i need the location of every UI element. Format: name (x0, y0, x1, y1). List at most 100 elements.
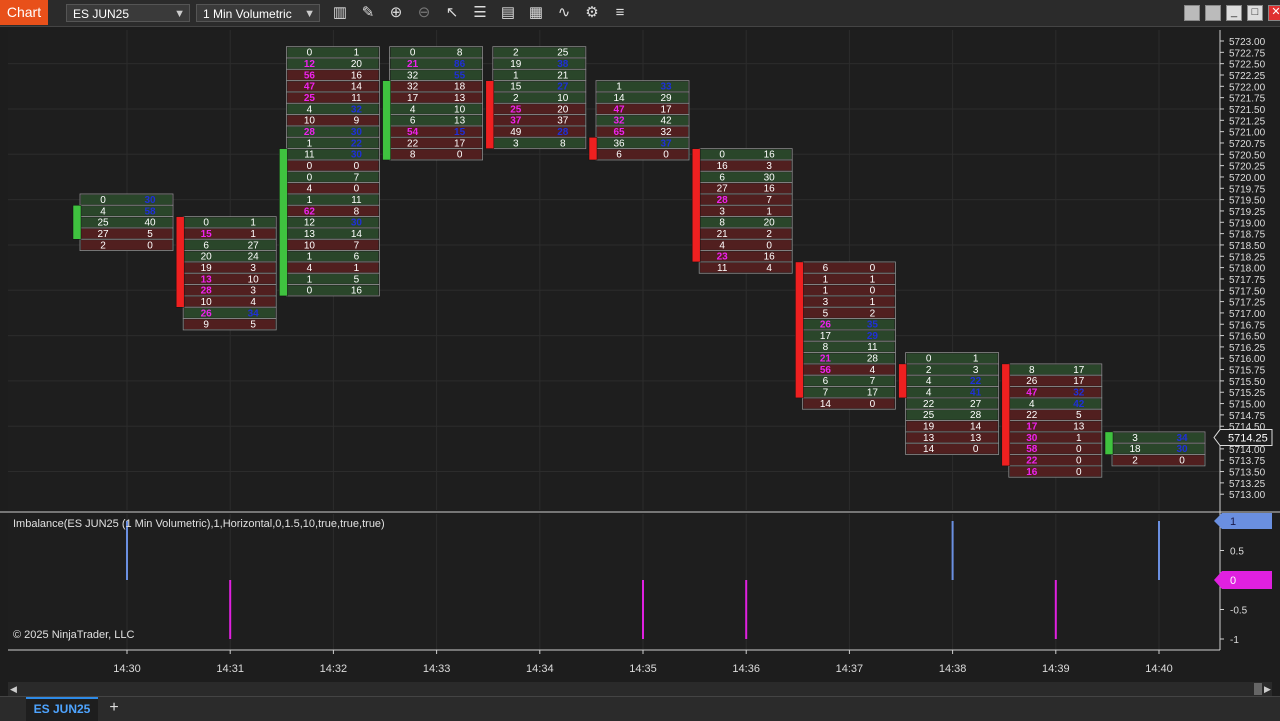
price-tick-label: 5719.00 (1229, 218, 1266, 229)
footprint-bar[interactable]: 0 12 34 224 4122 2725 2819 1413 1314 0 (898, 352, 999, 456)
bid-volume: 62 (304, 206, 316, 217)
ask-volume: 0 (1076, 467, 1082, 478)
footprint-cell (803, 296, 895, 307)
add-tab-button[interactable]: + (104, 698, 124, 718)
footprint-cell (184, 296, 276, 307)
footprint-cell (906, 410, 998, 420)
ask-volume: 28 (970, 410, 982, 421)
scroll-thumb[interactable] (1254, 683, 1262, 695)
price-tick-label: 5718.00 (1229, 264, 1266, 275)
horizontal-scrollbar[interactable]: ◀ ▶ (8, 682, 1272, 696)
bid-volume: 26 (1026, 376, 1038, 387)
scroll-right-icon[interactable]: ▶ (1264, 684, 1271, 695)
bid-volume: 4 (100, 206, 106, 217)
bid-volume: 13 (923, 433, 935, 444)
footprint-cell (287, 70, 379, 80)
bid-volume: 8 (719, 218, 725, 229)
footprint-cell (287, 251, 379, 262)
bid-volume: 4 (1029, 399, 1035, 410)
bid-volume: 27 (97, 229, 109, 240)
bid-volume: 2 (513, 48, 519, 59)
price-tick-label: 5716.00 (1229, 354, 1266, 365)
footprint-cell (1009, 364, 1101, 375)
bid-volume: 0 (410, 48, 416, 59)
footprint-cell (493, 104, 585, 114)
footprint-cell (700, 194, 792, 205)
bid-volume: 6 (616, 150, 622, 161)
ask-volume: 0 (766, 240, 772, 251)
footprint-bar[interactable]: 0 30 4 58 25 40 27 5 2 0 (72, 193, 174, 251)
bid-volume: 11 (304, 150, 315, 161)
bid-volume: 0 (307, 48, 313, 59)
footprint-cell (184, 274, 276, 284)
price-tick-label: 5722.25 (1229, 71, 1266, 82)
candle-body (795, 261, 804, 399)
footprint-cell (803, 308, 895, 318)
candle-body (898, 363, 907, 399)
ask-volume: 8 (560, 138, 566, 149)
ask-volume: 27 (557, 82, 569, 93)
ask-volume: 15 (454, 127, 466, 138)
footprint-cell (184, 262, 276, 273)
footprint-cell (287, 81, 379, 92)
price-tick-label: 5720.75 (1229, 139, 1266, 150)
tab-bar: ES JUN25 + (0, 696, 1280, 721)
price-tick-label: 5715.75 (1229, 366, 1266, 377)
ask-volume: 13 (454, 93, 466, 104)
footprint-cell (493, 58, 585, 69)
tab-es-jun25[interactable]: ES JUN25 (26, 697, 98, 721)
ask-volume: 0 (1179, 456, 1185, 467)
bid-volume: 4 (307, 104, 313, 115)
footprint-cell (597, 126, 688, 137)
footprint-cell (597, 149, 688, 160)
footprint-cell (597, 138, 688, 148)
bid-volume: 32 (613, 116, 625, 127)
footprint-bar[interactable]: 2 2519 381 2115 272 1025 2037 3749 283 8 (485, 46, 587, 150)
footprint-cell (906, 364, 998, 375)
ask-volume: 16 (764, 252, 776, 263)
bid-volume: 26 (201, 308, 213, 319)
footprint-bar[interactable]: 0 8 21 86 32 55 32 18 17 13 4 10 6 13 54 15 22 17 8 0 (382, 46, 484, 161)
bid-volume: 17 (820, 331, 832, 342)
footprint-bar[interactable]: 8 17 26 17 47 32 4 42 22 5 17 13 30 1 58 0 22 0 16 0 (1001, 363, 1103, 478)
ask-volume: 17 (1073, 376, 1085, 387)
bid-volume: 22 (923, 399, 935, 410)
price-tick-label: 5713.25 (1229, 479, 1266, 490)
ask-volume: 11 (351, 93, 362, 104)
footprint-cell (700, 251, 792, 262)
chart-canvas[interactable]: 5723.005722.755722.505722.255722.005721.… (0, 0, 1280, 720)
bid-volume: 28 (717, 195, 729, 206)
bid-volume: 21 (717, 229, 729, 240)
ask-volume: 0 (147, 240, 153, 251)
ask-volume: 1 (250, 218, 256, 229)
ask-volume: 20 (557, 104, 569, 115)
time-tick-label: 14:36 (732, 663, 760, 675)
footprint-cell (803, 330, 895, 341)
footprint-cell (493, 126, 585, 137)
ask-volume: 16 (351, 286, 363, 297)
footprint-cell (1009, 376, 1101, 386)
scroll-left-icon[interactable]: ◀ (10, 684, 17, 695)
ask-volume: 28 (867, 354, 879, 365)
footprint-cell (1009, 387, 1101, 398)
footprint-bar[interactable]: 3 34 18 30 2 0 (1104, 431, 1206, 467)
footprint-bar[interactable]: 6 01 11 03 15 226 3517 298 1121 2856 46 77 1714 0 (795, 261, 896, 410)
bid-volume: 25 (97, 218, 109, 229)
ask-volume: 17 (454, 138, 466, 149)
footprint-bar[interactable]: 0 112 2056 1647 1425 114 3210 928 301 2211 300 00 74… (279, 46, 380, 297)
footprint-bar[interactable]: 0 1616 36 3027 1628 73 18 2021 24 023 1611 4 (691, 148, 793, 274)
ask-volume: 40 (144, 218, 156, 229)
bid-volume: 47 (613, 104, 625, 115)
ask-volume: 1 (1076, 433, 1082, 444)
footprint-bar[interactable]: 0 115 16 2720 2419 313 1028 310 426 349 5 (175, 216, 277, 331)
ask-volume: 0 (354, 184, 360, 195)
footprint-cell (906, 444, 998, 454)
footprint-cell (81, 206, 172, 216)
footprint-cell (287, 47, 379, 58)
bid-volume: 1 (616, 82, 622, 93)
bid-volume: 6 (823, 376, 829, 387)
bid-volume: 16 (717, 161, 729, 172)
price-tick-label: 5721.75 (1229, 94, 1266, 105)
ask-volume: 29 (660, 93, 672, 104)
footprint-bar[interactable]: 1 3314 2947 1732 4265 3236 376 0 (588, 80, 690, 161)
